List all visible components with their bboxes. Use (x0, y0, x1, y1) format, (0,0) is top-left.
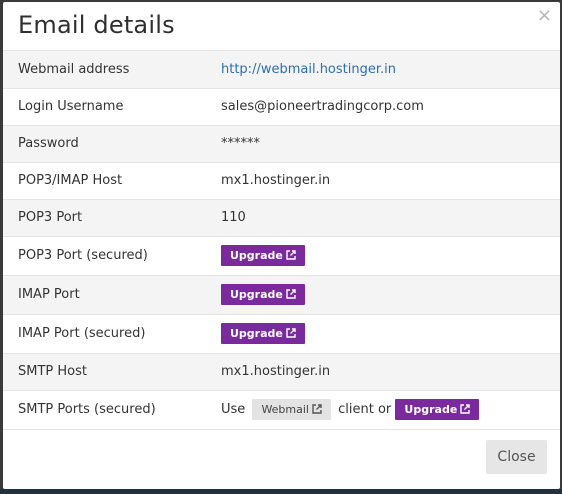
login-username-value: sales@pioneertradingcorp.com (221, 88, 560, 126)
modal-header: Email details × (3, 2, 560, 51)
upgrade-label: Upgrade (230, 327, 283, 340)
table-row: POP3 Port 110 (3, 199, 560, 237)
table-row: Password ****** (3, 125, 560, 163)
table-row: POP3 Port (secured) Upgrade (3, 236, 560, 276)
row-label: POP3 Port (3, 199, 221, 237)
webmail-address-link[interactable]: http://webmail.hostinger.in (221, 62, 396, 77)
email-details-table: Webmail address http://webmail.hostinger… (3, 51, 560, 430)
row-value: Upgrade (221, 314, 560, 354)
row-value: Upgrade (221, 236, 560, 276)
background-strip (0, 489, 562, 494)
row-label: Webmail address (3, 51, 221, 89)
table-row: IMAP Port (secured) Upgrade (3, 314, 560, 354)
smtp-host-value: mx1.hostinger.in (221, 353, 560, 391)
use-text: Use (221, 402, 246, 417)
webmail-button[interactable]: Webmail (252, 399, 331, 420)
row-value: Upgrade (221, 275, 560, 315)
client-or-text: client or (338, 402, 392, 417)
modal-footer: Close (3, 429, 560, 489)
table-row: SMTP Host mx1.hostinger.in (3, 353, 560, 391)
imap-secured-upgrade-button[interactable]: Upgrade (221, 323, 305, 344)
upgrade-label: Upgrade (230, 249, 283, 262)
pop3-port-value: 110 (221, 199, 560, 237)
webmail-label: Webmail (261, 403, 309, 416)
external-link-icon (286, 289, 296, 299)
pop3-secured-upgrade-button[interactable]: Upgrade (221, 245, 305, 266)
row-label: SMTP Ports (secured) (3, 390, 221, 430)
close-icon[interactable]: × (537, 7, 552, 25)
row-label: Password (3, 125, 221, 163)
upgrade-label: Upgrade (404, 403, 458, 416)
row-label: POP3 Port (secured) (3, 236, 221, 276)
row-label: SMTP Host (3, 353, 221, 391)
external-link-icon (286, 328, 296, 338)
external-link-icon (286, 250, 296, 260)
password-value: ****** (221, 125, 560, 163)
row-value: http://webmail.hostinger.in (221, 51, 560, 89)
close-button[interactable]: Close (486, 440, 547, 474)
row-label: Login Username (3, 88, 221, 126)
imap-port-upgrade-button[interactable]: Upgrade (221, 284, 305, 305)
smtp-upgrade-button[interactable]: Upgrade (395, 399, 480, 420)
row-label: POP3/IMAP Host (3, 162, 221, 200)
external-link-icon (460, 404, 470, 414)
table-row: Login Username sales@pioneertradingcorp.… (3, 88, 560, 126)
row-value: Use Webmail client or Upgrade (221, 390, 560, 430)
upgrade-label: Upgrade (230, 288, 283, 301)
table-row: SMTP Ports (secured) Use Webmail client … (3, 390, 560, 430)
row-label: IMAP Port (secured) (3, 314, 221, 354)
pop3-imap-host-value: mx1.hostinger.in (221, 162, 560, 200)
table-row: IMAP Port Upgrade (3, 275, 560, 315)
external-link-icon (312, 404, 322, 414)
table-row: Webmail address http://webmail.hostinger… (3, 51, 560, 89)
email-details-modal: Email details × Webmail address http://w… (3, 2, 560, 489)
table-row: POP3/IMAP Host mx1.hostinger.in (3, 162, 560, 200)
modal-title: Email details (18, 11, 175, 39)
row-label: IMAP Port (3, 275, 221, 315)
